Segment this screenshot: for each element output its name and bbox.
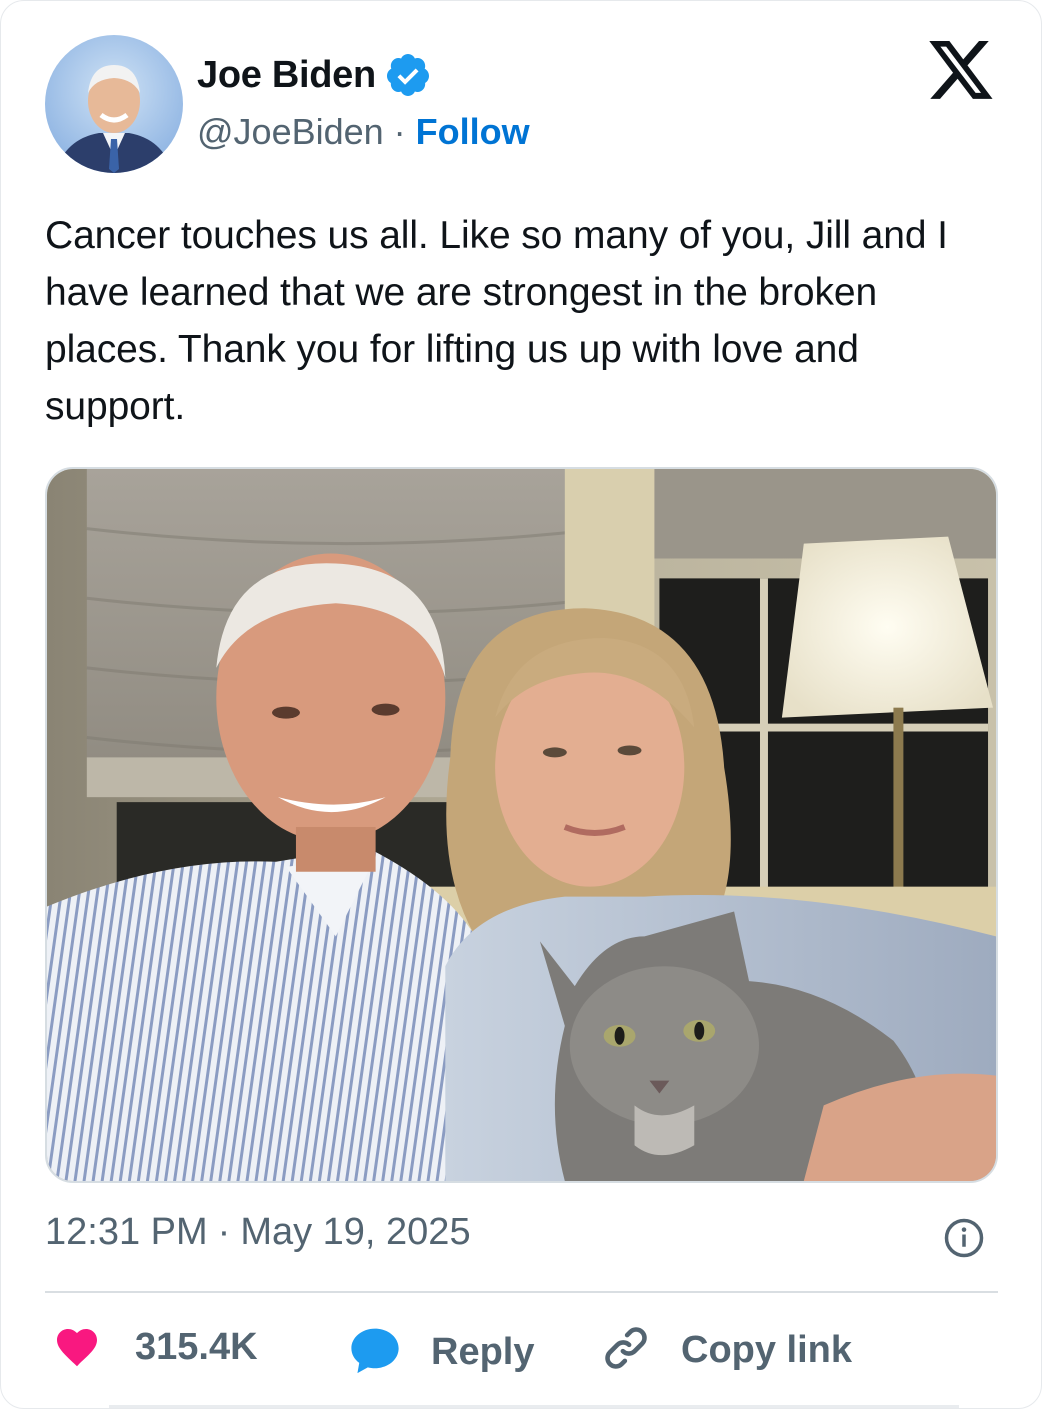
reply-bubble-icon <box>347 1323 403 1382</box>
reply-button[interactable]: Reply <box>347 1323 534 1382</box>
author-avatar[interactable] <box>45 35 183 173</box>
heart-icon <box>53 1323 101 1372</box>
author-handle[interactable]: @JoeBiden <box>197 111 384 153</box>
author-handle-row: @JoeBiden · Follow <box>197 111 530 153</box>
divider <box>45 1291 998 1293</box>
likes-count: 315.4K <box>135 1326 258 1368</box>
copy-link-button[interactable]: Copy link <box>601 1323 852 1378</box>
bottom-divider <box>109 1405 959 1408</box>
x-logo-icon[interactable] <box>929 41 995 101</box>
timestamp-separator: · <box>217 1211 231 1253</box>
verified-badge-icon <box>384 51 432 99</box>
tweet-date: May 19, 2025 <box>240 1211 471 1253</box>
handle-separator: · <box>393 111 406 152</box>
reply-label: Reply <box>431 1331 535 1373</box>
info-icon[interactable] <box>943 1217 985 1259</box>
tweet-timestamp[interactable]: 12:31 PM · May 19, 2025 <box>45 1211 471 1254</box>
copy-link-label: Copy link <box>681 1329 853 1371</box>
tweet-time: 12:31 PM <box>45 1211 208 1253</box>
tweet-photo[interactable] <box>45 467 998 1183</box>
author-name[interactable]: Joe Biden <box>197 54 376 97</box>
link-icon <box>601 1323 651 1378</box>
tweet-card: Joe Biden @JoeBiden · Follow Cancer touc… <box>0 0 1042 1409</box>
author-name-row: Joe Biden <box>197 51 432 99</box>
like-button[interactable]: 315.4K <box>53 1323 258 1372</box>
follow-button[interactable]: Follow <box>416 111 530 153</box>
tweet-text: Cancer touches us all. Like so many of y… <box>45 214 948 428</box>
